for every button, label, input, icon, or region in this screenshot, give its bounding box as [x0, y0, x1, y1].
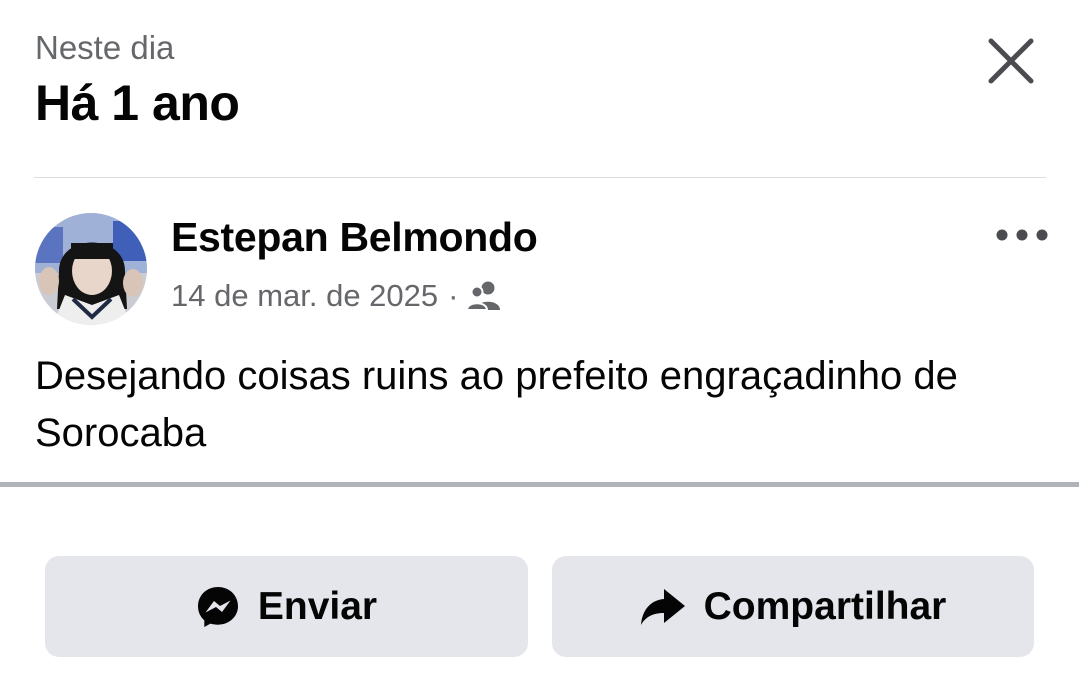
post-meta: 14 de mar. de 2025 · [171, 276, 501, 316]
meta-separator: · [448, 278, 459, 313]
more-options-icon [996, 229, 1048, 241]
share-button[interactable]: Compartilhar [552, 556, 1034, 657]
avatar[interactable] [35, 213, 147, 325]
more-options-button[interactable] [990, 218, 1054, 252]
author-name[interactable]: Estepan Belmondo [171, 212, 538, 262]
close-button[interactable] [980, 30, 1042, 92]
share-label: Compartilhar [703, 584, 947, 628]
post-text: Desejando coisas ruins ao prefeito engra… [35, 354, 958, 455]
post-date[interactable]: 14 de mar. de 2025 [171, 276, 438, 316]
send-label: Enviar [257, 584, 378, 628]
header-subtitle: Neste dia [35, 29, 175, 66]
close-icon [988, 38, 1034, 84]
share-arrow-icon [640, 587, 686, 627]
avatar-image [35, 213, 147, 325]
send-button[interactable]: Enviar [45, 556, 528, 657]
post-divider [0, 482, 1079, 487]
friends-icon[interactable] [467, 281, 501, 311]
messenger-icon [196, 585, 240, 629]
header-divider [34, 177, 1046, 178]
page-title: Há 1 ano [35, 75, 240, 131]
